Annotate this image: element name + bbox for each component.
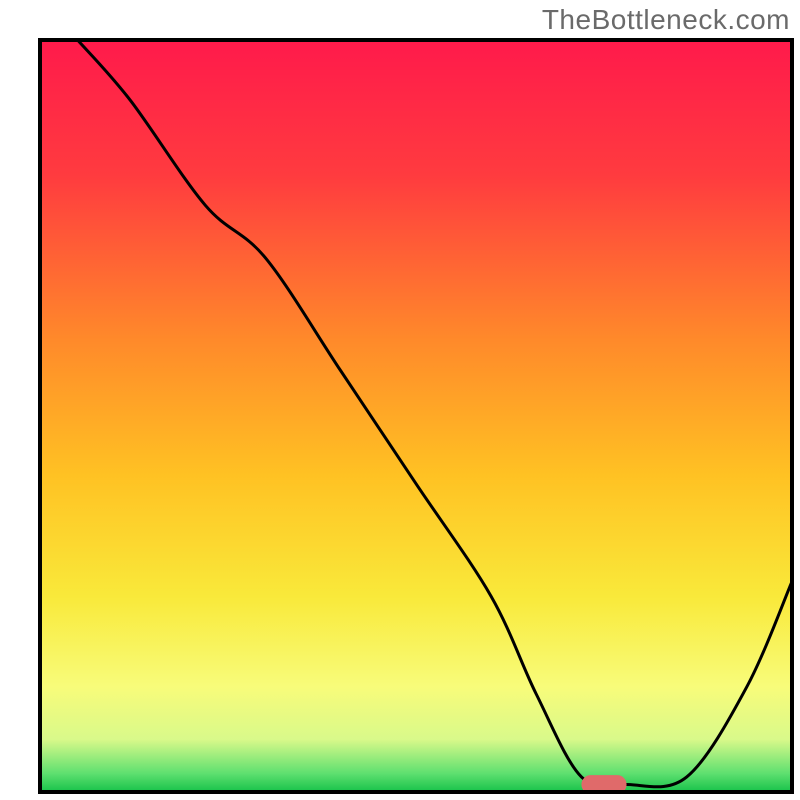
chart-container: TheBottleneck.com bbox=[0, 0, 800, 800]
bottleneck-chart bbox=[0, 0, 800, 800]
gradient-background bbox=[40, 40, 792, 792]
watermark-text: TheBottleneck.com bbox=[542, 4, 790, 36]
